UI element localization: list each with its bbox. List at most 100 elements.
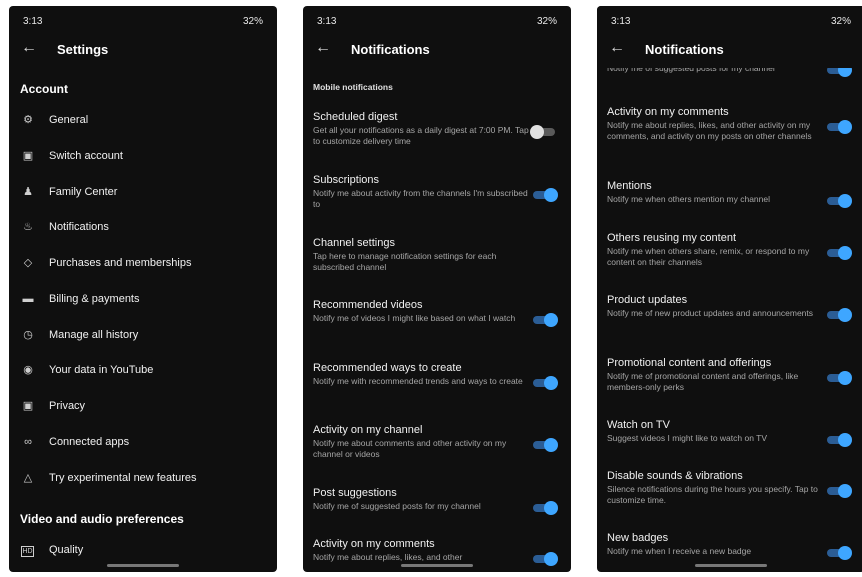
settings-item-quality[interactable]: HD Quality: [9, 537, 277, 565]
gesture-bar: [695, 564, 767, 567]
notification-toggle[interactable]: [827, 371, 852, 385]
notification-setting-description: Notify me of suggested posts for my chan…: [313, 501, 481, 511]
toggle-knob: [838, 246, 852, 260]
notification-setting-row[interactable]: Product updates Notify me of new product …: [607, 293, 855, 322]
notification-setting-description: Notify me with recommended trends and wa…: [313, 376, 523, 386]
notification-setting-description: Notify me of videos I might like based o…: [313, 313, 516, 323]
notification-toggle[interactable]: [533, 313, 558, 327]
settings-item-label: Quality: [49, 544, 84, 556]
toggle-knob: [838, 433, 852, 447]
settings-item-history[interactable]: ◷ Manage all history: [9, 322, 277, 350]
switch-account-icon: ▣: [22, 150, 34, 162]
settings-item-experimental[interactable]: △ Try experimental new features: [9, 465, 277, 493]
notification-setting-row[interactable]: Post suggestions Notify me of suggested p…: [313, 486, 561, 515]
status-battery: 32%: [830, 16, 851, 27]
notification-setting-row[interactable]: Watch on TV Suggest videos I might like t…: [607, 418, 855, 447]
notification-setting-title: Others reusing my content: [607, 232, 737, 244]
notification-setting-row[interactable]: Channel settings Tap here to manage notif…: [313, 236, 561, 273]
gear-icon: ⚙: [23, 114, 33, 126]
notification-setting-row[interactable]: Subscriptions Notify me about activity fr…: [313, 173, 561, 210]
notification-toggle[interactable]: [530, 125, 555, 139]
notification-setting-row[interactable]: Recommended ways to create Notify me with…: [313, 361, 561, 390]
settings-item-label: Try experimental new features: [49, 472, 197, 484]
notification-setting-row[interactable]: Activity on my comments Notify me about r…: [607, 105, 855, 142]
settings-item-label: General: [49, 114, 89, 126]
page-title: Notifications: [351, 42, 430, 57]
notification-setting-row[interactable]: Activity on my channel Notify me about co…: [313, 423, 561, 460]
notification-setting-title: Promotional content and offerings: [607, 357, 772, 369]
notification-setting-description: Notify me of promotional content and off…: [607, 371, 799, 392]
bell-icon: ♨: [23, 221, 33, 233]
settings-item-privacy[interactable]: ▣ Privacy: [9, 393, 277, 421]
notification-setting-description: Suggest videos I might like to watch on …: [607, 433, 768, 443]
settings-item-label: Privacy: [49, 400, 86, 412]
status-bar: 3:13 32%: [9, 6, 277, 34]
person-shield-icon: ◉: [23, 364, 33, 376]
notification-toggle[interactable]: [827, 433, 852, 447]
notification-toggle[interactable]: [827, 546, 852, 560]
notification-setting-title: Activity on my comments: [607, 106, 729, 118]
notification-toggle[interactable]: [533, 438, 558, 452]
notification-toggle[interactable]: [827, 120, 852, 134]
toggle-knob: [544, 188, 558, 202]
toggle-knob: [544, 438, 558, 452]
back-arrow-icon[interactable]: ←: [609, 39, 625, 57]
history-icon: ◷: [23, 329, 33, 341]
toggle-knob: [530, 125, 544, 139]
notification-setting-description: Notify me when others mention my channel: [607, 194, 770, 204]
back-arrow-icon[interactable]: ←: [21, 39, 37, 57]
mobile-notifications-header: Mobile notifications: [313, 82, 393, 92]
notification-setting-row[interactable]: Others reusing my content Notify me when …: [607, 231, 855, 268]
notification-toggle[interactable]: [827, 246, 852, 260]
status-bar: 3:13 32%: [597, 6, 862, 34]
back-arrow-icon[interactable]: ←: [315, 39, 331, 57]
notification-toggle[interactable]: [827, 194, 852, 208]
settings-item-notifications[interactable]: ♨ Notifications: [9, 214, 277, 242]
toggle-knob: [544, 313, 558, 327]
status-battery: 32%: [242, 16, 263, 27]
page-title: Notifications: [645, 42, 724, 57]
status-battery: 32%: [536, 16, 557, 27]
notification-setting-row[interactable]: Activity on my comments Notify me about r…: [313, 537, 561, 566]
notifications-screen-scrolled: Post suggestionsNotify me of suggested p…: [597, 6, 862, 572]
notification-toggle[interactable]: [827, 308, 852, 322]
link-icon: ∞: [24, 436, 32, 448]
settings-item-switch-account[interactable]: ▣ Switch account: [9, 143, 277, 171]
notification-setting-title: Post suggestions: [313, 487, 397, 499]
settings-screen: 3:13 32% ← Settings Account ⚙ General ▣ …: [9, 6, 277, 572]
app-bar: ← Notifications: [597, 34, 862, 68]
toggle-knob: [838, 120, 852, 134]
notification-toggle[interactable]: [827, 484, 852, 498]
settings-item-label: Billing & payments: [49, 293, 140, 305]
settings-item-purchases[interactable]: ◇ Purchases and memberships: [9, 250, 277, 278]
hd-icon: HD: [21, 546, 34, 557]
toggle-knob: [838, 371, 852, 385]
notification-setting-title: Subscriptions: [313, 174, 380, 186]
settings-item-your-data[interactable]: ◉ Your data in YouTube: [9, 357, 277, 385]
flask-icon: △: [23, 472, 33, 484]
notification-toggle[interactable]: [533, 376, 558, 390]
settings-item-general[interactable]: ⚙ General: [9, 107, 277, 135]
notification-setting-row[interactable]: Scheduled digest Get all your notificatio…: [313, 110, 561, 147]
settings-item-label: Your data in YouTube: [49, 364, 154, 376]
notification-setting-row[interactable]: Recommended videos Notify me of videos I …: [313, 298, 561, 327]
settings-item-label: Switch account: [49, 150, 123, 162]
settings-item-label: Purchases and memberships: [49, 257, 192, 269]
settings-item-connected-apps[interactable]: ∞ Connected apps: [9, 429, 277, 457]
toggle-knob: [838, 546, 852, 560]
settings-item-billing[interactable]: ▬ Billing & payments: [9, 286, 277, 314]
notification-toggle[interactable]: [533, 501, 558, 515]
notification-setting-title: Recommended videos: [313, 299, 423, 311]
notification-toggle[interactable]: [533, 188, 558, 202]
settings-item-family-center[interactable]: ♟ Family Center: [9, 179, 277, 207]
gesture-bar: [401, 564, 473, 567]
status-bar: 3:13 32%: [303, 6, 571, 34]
notification-setting-row[interactable]: Disable sounds & vibrations Silence notif…: [607, 469, 855, 506]
credit-card-icon: ▬: [22, 293, 34, 305]
notification-setting-description: Tap here to manage notification settings…: [313, 251, 497, 272]
notification-setting-row[interactable]: New badges Notify me when I receive a new…: [607, 531, 855, 560]
notification-setting-row[interactable]: Mentions Notify me when others mention my…: [607, 179, 855, 208]
notification-setting-row[interactable]: Promotional content and offerings Notify …: [607, 356, 855, 393]
gesture-bar: [107, 564, 179, 567]
notification-toggle[interactable]: [533, 552, 558, 566]
